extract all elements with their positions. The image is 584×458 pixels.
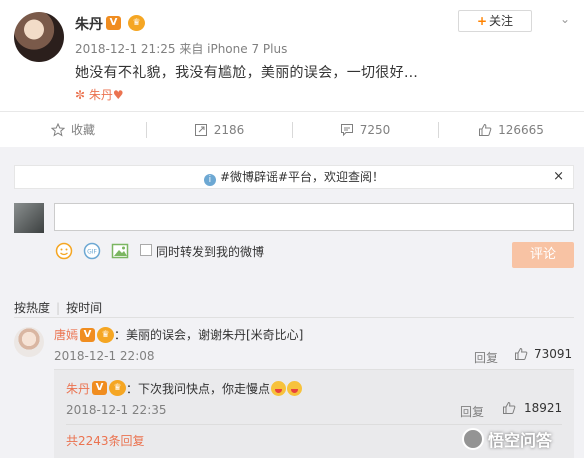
gif-icon[interactable]: GIF — [83, 242, 101, 260]
sort-separator: | — [56, 301, 61, 315]
commenter-avatar[interactable] — [14, 327, 44, 357]
divider — [14, 317, 574, 318]
follow-label: 关注 — [489, 14, 514, 28]
plus-icon: + — [476, 14, 488, 28]
favorite-button[interactable]: 收藏 — [0, 112, 146, 147]
author-avatar[interactable] — [14, 12, 64, 62]
action-bar: 收藏 2186 7250 126665 — [0, 111, 584, 147]
divider — [66, 424, 562, 425]
like-button[interactable]: 126665 — [438, 112, 584, 147]
comment-input[interactable] — [54, 203, 574, 231]
submit-comment-button[interactable]: 评论 — [512, 242, 574, 268]
my-avatar — [14, 203, 44, 233]
follow-button[interactable]: + 关注 — [458, 10, 532, 32]
reply-time: 2018-12-1 22:35 — [66, 403, 167, 417]
thumbs-up-icon — [479, 123, 492, 136]
reply-author-name[interactable]: 朱丹 — [66, 380, 90, 397]
crown-icon: ♛ — [109, 380, 126, 396]
comment-section: i #微博辟谣#平台，欢迎查阅！ × GIF 同时转发到我的微博 评论 按热度 | 按… — [0, 147, 584, 458]
sort-time-tab[interactable]: 按时间 — [66, 301, 102, 315]
emoji-icon[interactable] — [55, 242, 73, 260]
info-icon: i — [203, 174, 216, 186]
star-icon — [50, 122, 65, 136]
crown-icon: ♛ — [97, 327, 114, 343]
total-replies-link[interactable]: 共2243条回复 — [66, 432, 145, 449]
post-meta: 2018-12-1 21:25 来自 iPhone 7 Plus — [75, 42, 288, 56]
chevron-down-icon[interactable]: ⌄ — [560, 12, 570, 26]
comment-text: ：美丽的误会，谢谢朱丹[米奇比心] — [114, 328, 304, 342]
comment-count: 7250 — [359, 122, 391, 137]
post-tag[interactable]: ✼ 朱丹♥ — [75, 86, 124, 103]
commenter-name[interactable]: 唐嫣 — [54, 326, 78, 343]
wukong-logo-icon — [462, 428, 484, 450]
close-icon[interactable]: × — [553, 166, 564, 188]
reply-text: ：下次我问快点，你走慢点 — [126, 382, 271, 396]
repost-icon — [194, 123, 207, 136]
tongue-emoji-icon — [287, 381, 303, 396]
reply-link[interactable]: 回复 — [474, 349, 498, 366]
verified-badge-icon: V — [80, 328, 95, 342]
comment-like-count: 73091 — [534, 347, 573, 361]
post-content: 她没有不礼貌，我没有尴尬，美丽的误会，一切很好… — [75, 65, 419, 81]
thumbs-up-icon — [515, 347, 528, 360]
svg-text:GIF: GIF — [87, 249, 97, 256]
favorite-label: 收藏 — [70, 123, 95, 137]
sort-hot-tab[interactable]: 按热度 — [14, 301, 50, 315]
repost-checkbox-label[interactable]: 同时转发到我的微博 — [156, 243, 264, 260]
reply-link[interactable]: 回复 — [460, 403, 484, 420]
thumbs-up-icon — [503, 401, 516, 414]
comment-button[interactable]: 7250 — [292, 112, 438, 147]
reply-like-button[interactable]: 18921 — [502, 401, 562, 415]
weibo-post: 朱丹 V ♛ 2018-12-1 21:25 来自 iPhone 7 Plus … — [0, 0, 584, 111]
crown-icon: ♛ — [128, 15, 145, 31]
rumor-notice: i #微博辟谣#平台，欢迎查阅！ × — [14, 165, 574, 189]
sort-tabs: 按热度 | 按时间 — [14, 299, 102, 316]
notice-text[interactable]: #微博辟谣#平台，欢迎查阅！ — [220, 170, 384, 184]
like-count: 126665 — [498, 122, 544, 137]
watermark: 悟空问答 — [462, 427, 552, 451]
tongue-emoji-icon — [271, 381, 287, 396]
repost-count: 2186 — [213, 122, 245, 137]
comment-icon — [340, 123, 353, 136]
reply-text-wrap: ：下次我问快点，你走慢点 — [126, 380, 303, 397]
repost-button[interactable]: 2186 — [146, 112, 292, 147]
reply-like-count: 18921 — [524, 401, 563, 415]
verified-badge-icon: V — [92, 381, 107, 395]
verified-badge-icon: V — [106, 16, 121, 30]
repost-checkbox[interactable] — [140, 244, 152, 256]
author-name[interactable]: 朱丹 — [75, 14, 103, 34]
comment-time: 2018-12-1 22:08 — [54, 349, 155, 363]
comment-like-button[interactable]: 73091 — [514, 347, 572, 361]
image-icon[interactable] — [111, 242, 129, 260]
watermark-text: 悟空问答 — [488, 431, 553, 450]
